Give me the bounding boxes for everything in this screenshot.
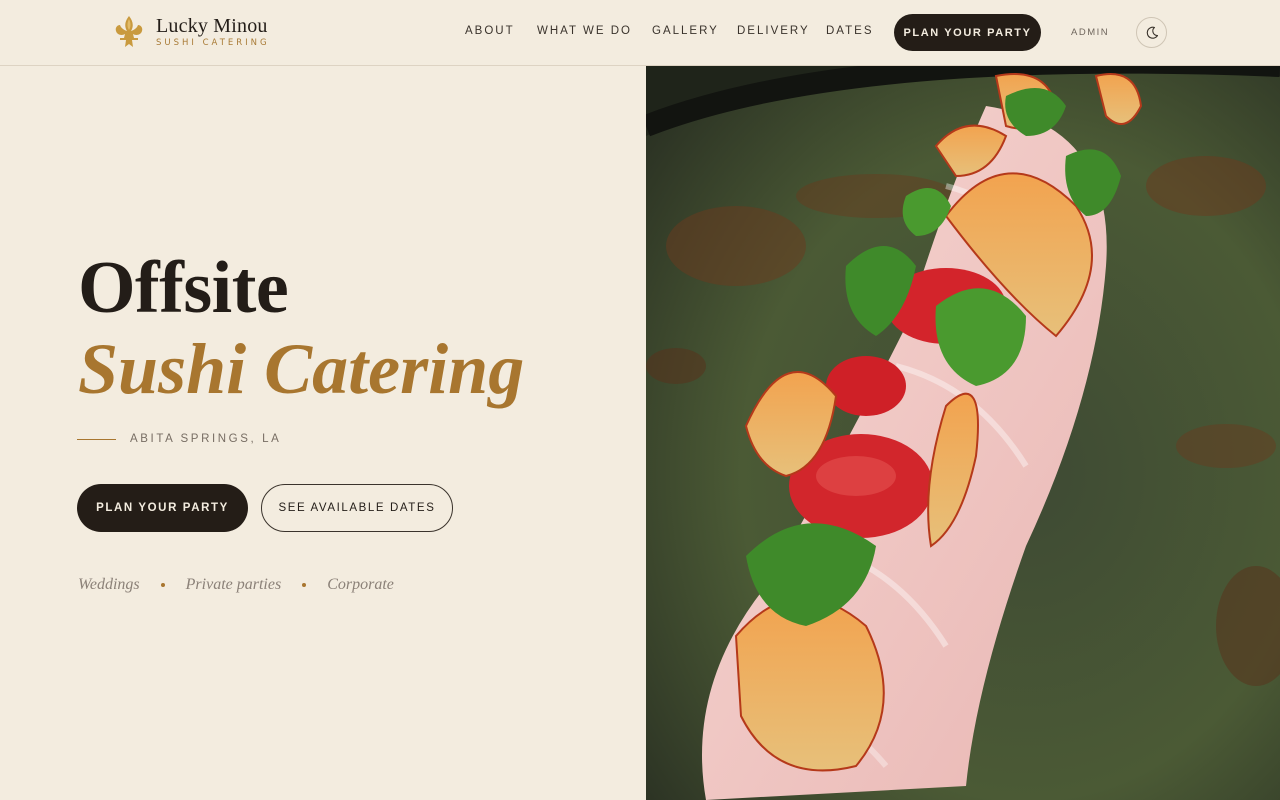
hero-sushi-photo — [646, 66, 1280, 800]
tag-weddings: Weddings — [78, 576, 140, 593]
nav-gallery[interactable]: GALLERY — [652, 25, 719, 37]
brand-tagline: SUSHI CATERING — [156, 38, 270, 48]
tag-separator — [302, 583, 307, 587]
nav-dates[interactable]: DATES — [826, 25, 874, 37]
brand-name: Lucky Minou — [156, 15, 268, 37]
sushi-dish-photo — [646, 66, 1280, 800]
site-header: Lucky Minou SUSHI CATERING ABOUT WHAT WE… — [0, 0, 1280, 66]
tag-separator — [160, 583, 165, 587]
see-dates-button[interactable]: SEE AVAILABLE DATES — [261, 484, 453, 532]
event-tags: Weddings Private parties Corporate — [78, 576, 394, 594]
nav-what-we-do[interactable]: WHAT WE DO — [537, 25, 632, 37]
nav-admin-link[interactable]: ADMIN — [1071, 27, 1109, 38]
brand-logo[interactable]: Lucky Minou SUSHI CATERING — [112, 14, 270, 50]
hero-title-line1: Offsite — [78, 247, 289, 329]
nav-about[interactable]: ABOUT — [465, 25, 515, 37]
nav-delivery[interactable]: DELIVERY — [737, 25, 810, 37]
moon-icon — [1146, 26, 1158, 39]
tag-private-parties: Private parties — [185, 576, 282, 593]
hero-title-line2: Sushi Catering — [78, 329, 525, 409]
nav-plan-party-button[interactable]: PLAN YOUR PARTY — [894, 14, 1041, 51]
tag-corporate: Corporate — [327, 576, 394, 593]
location-divider — [77, 439, 116, 440]
plan-party-button[interactable]: PLAN YOUR PARTY — [77, 484, 248, 532]
fleur-de-lis-icon — [115, 16, 143, 47]
hero-location: ABITA SPRINGS, LA — [130, 433, 282, 445]
brand-text: Lucky Minou SUSHI CATERING — [156, 15, 270, 49]
theme-toggle-button[interactable] — [1136, 17, 1167, 48]
